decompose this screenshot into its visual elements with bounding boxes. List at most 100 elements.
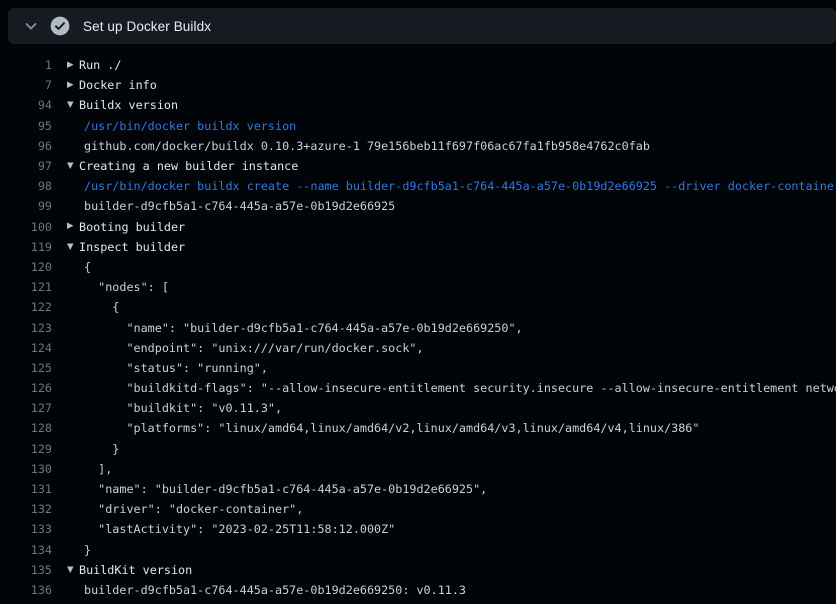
log-output-text: builder-d9cfb5a1-c764-445a-a57e-0b19d2e6… <box>84 199 395 213</box>
log-line: 132 "driver": "docker-container", <box>0 499 836 519</box>
log-output-text: "buildkit": "v0.11.3", <box>84 401 282 415</box>
log-output-text: "name": "builder-d9cfb5a1-c764-445a-a57e… <box>84 482 487 496</box>
log-output-text: ], <box>84 462 112 476</box>
triangle-right-icon: ▶ <box>67 222 79 231</box>
line-number-link[interactable]: 97 <box>0 159 52 173</box>
log-line: 130 ], <box>0 459 836 479</box>
log-group-header[interactable]: ▶Run ./ <box>67 58 121 72</box>
log-line: 123 "name": "builder-d9cfb5a1-c764-445a-… <box>0 317 836 337</box>
line-number-link[interactable]: 100 <box>0 220 52 234</box>
line-number-link[interactable]: 99 <box>0 199 52 213</box>
log-output-text: "driver": "docker-container", <box>84 502 303 516</box>
line-number-link[interactable]: 119 <box>0 240 52 254</box>
log-line: 128 "platforms": "linux/amd64,linux/amd6… <box>0 418 836 438</box>
log-line: 125 "status": "running", <box>0 358 836 378</box>
log-line: 131 "name": "builder-d9cfb5a1-c764-445a-… <box>0 479 836 499</box>
log-group-header[interactable]: ▼Buildx version <box>67 98 178 112</box>
log-line: 100 ▶Booting builder <box>0 217 836 237</box>
triangle-down-icon: ▼ <box>67 566 79 575</box>
log-output-text: "name": "builder-d9cfb5a1-c764-445a-a57e… <box>84 321 523 335</box>
log-group-header[interactable]: ▶Docker info <box>67 78 157 92</box>
log-group-title: Run ./ <box>79 58 121 72</box>
log-output-text: } <box>84 543 91 557</box>
log-output-text: "platforms": "linux/amd64,linux/amd64/v2… <box>84 421 699 435</box>
log-group-title: Docker info <box>79 78 157 92</box>
log-command-text: /usr/bin/docker buildx version <box>84 119 296 133</box>
line-number-link[interactable]: 7 <box>0 78 52 92</box>
log-output-text: "endpoint": "unix:///var/run/docker.sock… <box>84 341 424 355</box>
log-group-title: Booting builder <box>79 220 185 234</box>
log-output-text: "status": "running", <box>84 361 268 375</box>
log-group-header[interactable]: ▶Booting builder <box>67 220 185 234</box>
log-line: 136 builder-d9cfb5a1-c764-445a-a57e-0b19d… <box>0 580 836 600</box>
line-number-link[interactable]: 120 <box>0 260 52 274</box>
log-line: 99 builder-d9cfb5a1-c764-445a-a57e-0b19d2… <box>0 196 836 216</box>
step-title: Set up Docker Buildx <box>83 19 211 34</box>
log-group-header[interactable]: ▼Creating a new builder instance <box>67 159 298 173</box>
log-line: 95/usr/bin/docker buildx version <box>0 116 836 136</box>
log-line: 121 "nodes": [ <box>0 277 836 297</box>
log-line: 120 { <box>0 257 836 277</box>
triangle-down-icon: ▼ <box>67 162 79 171</box>
log-output-text: } <box>84 442 119 456</box>
line-number-link[interactable]: 136 <box>0 583 52 597</box>
log-line: 127 "buildkit": "v0.11.3", <box>0 398 836 418</box>
log-line: 124 "endpoint": "unix:///var/run/docker.… <box>0 338 836 358</box>
log-line: 1 ▶Run ./ <box>0 55 836 75</box>
log-output-text: github.com/docker/buildx 0.10.3+azure-1 … <box>84 139 650 153</box>
log-line: 94 ▼Buildx version <box>0 95 836 115</box>
log-group-title: BuildKit version <box>79 563 192 577</box>
check-circle-icon <box>50 16 70 36</box>
line-number-link[interactable]: 123 <box>0 321 52 335</box>
log-output-text: "nodes": [ <box>84 280 169 294</box>
line-number-link[interactable]: 127 <box>0 401 52 415</box>
line-number-link[interactable]: 130 <box>0 462 52 476</box>
log-viewer: 1▶Run ./7▶Docker info94▼Buildx version95… <box>0 55 836 600</box>
log-line: 134} <box>0 540 836 560</box>
log-group-title: Inspect builder <box>79 240 185 254</box>
triangle-down-icon: ▼ <box>67 101 79 110</box>
log-line: 7 ▶Docker info <box>0 75 836 95</box>
log-output-text: builder-d9cfb5a1-c764-445a-a57e-0b19d2e6… <box>84 583 466 597</box>
line-number-link[interactable]: 94 <box>0 98 52 112</box>
line-number-link[interactable]: 131 <box>0 482 52 496</box>
line-number-link[interactable]: 96 <box>0 139 52 153</box>
log-line: 119 ▼Inspect builder <box>0 237 836 257</box>
line-number-link[interactable]: 132 <box>0 502 52 516</box>
log-line: 133 "lastActivity": "2023-02-25T11:58:12… <box>0 519 836 539</box>
line-number-link[interactable]: 128 <box>0 421 52 435</box>
log-line: 97 ▼Creating a new builder instance <box>0 156 836 176</box>
line-number-link[interactable]: 135 <box>0 563 52 577</box>
log-line: 129 } <box>0 439 836 459</box>
line-number-link[interactable]: 124 <box>0 341 52 355</box>
line-number-link[interactable]: 134 <box>0 543 52 557</box>
log-group-title: Buildx version <box>79 98 178 112</box>
triangle-right-icon: ▶ <box>67 81 79 90</box>
line-number-link[interactable]: 126 <box>0 381 52 395</box>
log-line: 96 github.com/docker/buildx 0.10.3+azure-… <box>0 136 836 156</box>
line-number-link[interactable]: 121 <box>0 280 52 294</box>
triangle-down-icon: ▼ <box>67 243 79 252</box>
chevron-down-icon[interactable] <box>23 18 39 34</box>
log-line: 122 { <box>0 297 836 317</box>
log-line: 98/usr/bin/docker buildx create --name b… <box>0 176 836 196</box>
log-group-header[interactable]: ▼Inspect builder <box>67 240 185 254</box>
log-output-text: "lastActivity": "2023-02-25T11:58:12.000… <box>84 522 395 536</box>
log-command-text: /usr/bin/docker buildx create --name bui… <box>84 179 836 193</box>
line-number-link[interactable]: 1 <box>0 58 52 72</box>
log-output-text: { <box>84 260 91 274</box>
log-line: 126 "buildkitd-flags": "--allow-insecure… <box>0 378 836 398</box>
log-output-text: { <box>84 300 119 314</box>
line-number-link[interactable]: 98 <box>0 179 52 193</box>
line-number-link[interactable]: 95 <box>0 119 52 133</box>
line-number-link[interactable]: 133 <box>0 522 52 536</box>
line-number-link[interactable]: 125 <box>0 361 52 375</box>
step-header[interactable]: Set up Docker Buildx <box>8 8 836 44</box>
log-group-header[interactable]: ▼BuildKit version <box>67 563 192 577</box>
log-line: 135 ▼BuildKit version <box>0 560 836 580</box>
triangle-right-icon: ▶ <box>67 61 79 70</box>
log-group-title: Creating a new builder instance <box>79 159 298 173</box>
log-output-text: "buildkitd-flags": "--allow-insecure-ent… <box>84 381 836 395</box>
line-number-link[interactable]: 129 <box>0 442 52 456</box>
line-number-link[interactable]: 122 <box>0 300 52 314</box>
